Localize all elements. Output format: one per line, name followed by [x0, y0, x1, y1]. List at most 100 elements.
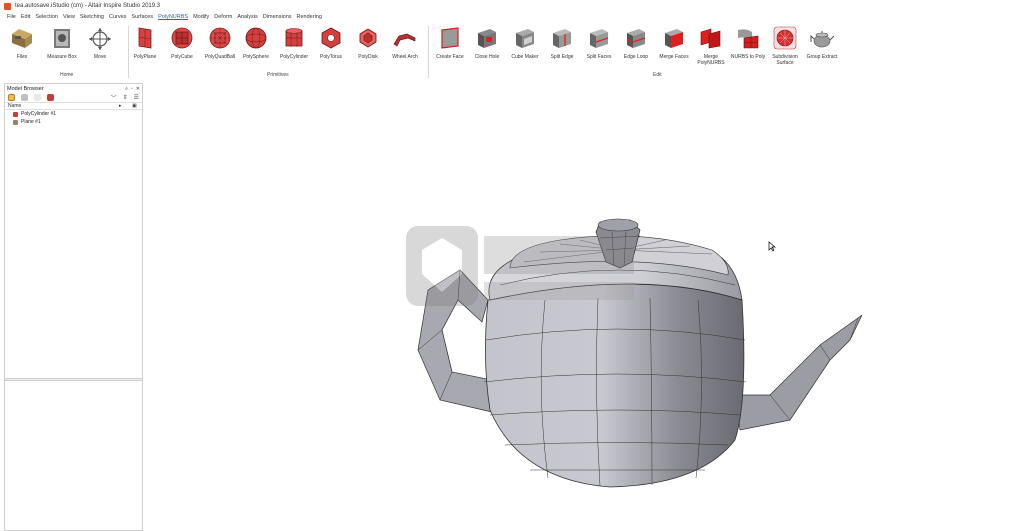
search-icon[interactable]: ⌕	[125, 86, 128, 92]
edge-loop-button[interactable]: Edge Loop	[617, 26, 655, 60]
menu-rendering[interactable]: Rendering	[297, 14, 322, 20]
polycube-button[interactable]: PolyCube	[163, 26, 201, 60]
filter-parts-icon[interactable]	[21, 94, 28, 101]
menu-selection[interactable]: Selection	[35, 14, 58, 20]
create-face-icon	[438, 26, 462, 50]
polytorus-button[interactable]: PolyTorus	[312, 26, 350, 60]
model-browser-panel: Model Browser ⌕ ▫ ✕ ﹀ ⇕ ☰ Name ▸ ▣ PolyC…	[4, 83, 143, 531]
merge-faces-label: Merge Faces	[659, 54, 689, 60]
close-hole-label: Close Hole	[474, 54, 500, 60]
menu-analysis[interactable]: Analysis	[237, 14, 257, 20]
create-face-button[interactable]: Create Face	[431, 26, 469, 60]
cube-maker-button[interactable]: Cube Maker	[506, 26, 544, 60]
merge-polynurbs-label: Merge PolyNURBS	[697, 54, 725, 66]
menu-polynurbs[interactable]: PolyNURBS	[158, 14, 188, 20]
polyplane-icon	[133, 26, 157, 50]
filter-materials-icon[interactable]	[47, 94, 54, 101]
group-extract-icon	[810, 26, 834, 50]
3d-viewport[interactable]	[146, 83, 1030, 531]
group-extract-label: Group Extract	[806, 54, 838, 60]
model-browser-title: Model Browser	[7, 85, 44, 92]
menu-bar: File Edit Selection View Sketching Curve…	[0, 12, 1030, 22]
watermark-logo	[406, 226, 634, 306]
nurbs-to-poly-icon	[736, 26, 760, 50]
close-icon[interactable]: ✕	[136, 86, 140, 92]
pin-icon[interactable]: ▫	[131, 86, 133, 92]
files-icon	[10, 26, 34, 50]
split-edge-label: Split Edge	[550, 54, 574, 60]
title-bar: tea.autosave.iStudio (cm) - Altair Inspi…	[0, 0, 1030, 12]
polysphere-icon	[244, 26, 268, 50]
model-browser-header: Model Browser ⌕ ▫ ✕	[5, 84, 142, 93]
group-label-edit: Edit	[653, 72, 662, 78]
split-edge-icon	[550, 26, 574, 50]
polycylinder-button[interactable]: PolyCylinder	[275, 26, 313, 60]
lock-column-icon[interactable]: ▣	[132, 103, 137, 109]
polydisk-icon	[356, 26, 380, 50]
cube-maker-icon	[513, 26, 537, 50]
polycylinder-label: PolyCylinder	[279, 54, 309, 60]
polyplane-button[interactable]: PolyPlane	[126, 26, 164, 60]
menu-modify[interactable]: Modify	[193, 14, 209, 20]
polycube-label: PolyCube	[171, 54, 193, 60]
menu-icon[interactable]: ☰	[134, 94, 139, 101]
split-edge-button[interactable]: Split Edge	[543, 26, 581, 60]
move-button[interactable]: Move	[81, 26, 119, 60]
menu-dimensions[interactable]: Dimensions	[263, 14, 292, 20]
split-faces-label: Split Faces	[586, 54, 612, 60]
tree-item-polycylinder[interactable]: PolyCylinder #1	[5, 110, 142, 118]
polyquadball-label: PolyQuadBall	[204, 54, 236, 60]
merge-polynurbs-button[interactable]: Merge PolyNURBS	[692, 26, 730, 66]
panel-splitter[interactable]	[5, 378, 142, 381]
menu-view[interactable]: View	[63, 14, 75, 20]
menu-file[interactable]: File	[7, 14, 16, 20]
move-icon	[88, 26, 112, 50]
close-hole-button[interactable]: Close Hole	[468, 26, 506, 60]
measure-box-button[interactable]: Measure Box	[43, 26, 81, 60]
group-extract-button[interactable]: Group Extract	[803, 26, 841, 60]
merge-faces-button[interactable]: Merge Faces	[655, 26, 693, 60]
wheel-arch-button[interactable]: Wheel Arch	[386, 26, 424, 60]
filter-all-icon[interactable]	[8, 94, 15, 101]
ribbon-toolbar: Files Measure Box Move Home PolyPlane Po…	[0, 22, 1030, 82]
split-faces-button[interactable]: Split Faces	[580, 26, 618, 60]
tree-item-plane[interactable]: Plane #1	[5, 118, 142, 126]
model-browser-columns: Name ▸ ▣	[5, 102, 142, 110]
group-label-home: Home	[60, 72, 74, 78]
files-label: Files	[16, 54, 28, 60]
subdivision-surface-button[interactable]: Subdivision Surface	[766, 26, 804, 66]
subdivision-surface-label: Subdivision Surface	[772, 54, 798, 66]
polyquadball-button[interactable]: PolyQuadBall	[201, 26, 239, 60]
visibility-column-icon[interactable]: ▸	[119, 103, 122, 109]
merge-faces-icon	[662, 26, 686, 50]
subdivision-surface-icon	[773, 26, 797, 50]
polynurbs-part-icon	[13, 111, 18, 117]
polysphere-button[interactable]: PolySphere	[237, 26, 275, 60]
polysphere-label: PolySphere	[243, 54, 269, 60]
polydisk-label: PolyDisk	[358, 54, 378, 60]
nurbs-to-poly-label: NURBS to Poly	[730, 54, 766, 60]
nurbs-to-poly-button[interactable]: NURBS to Poly	[729, 26, 767, 60]
column-name[interactable]: Name	[8, 103, 21, 109]
create-face-label: Create Face	[436, 54, 464, 60]
menu-sketching[interactable]: Sketching	[80, 14, 104, 20]
model-browser-toolbar: ﹀ ⇕ ☰	[5, 93, 142, 102]
plane-part-icon	[13, 119, 18, 125]
wheel-arch-label: Wheel Arch	[392, 54, 418, 60]
polytorus-label: PolyTorus	[320, 54, 342, 60]
sort-icon[interactable]: ⇕	[123, 94, 128, 101]
files-button[interactable]: Files	[3, 26, 41, 60]
polyplane-label: PolyPlane	[133, 54, 157, 60]
split-faces-icon	[587, 26, 611, 50]
menu-surfaces[interactable]: Surfaces	[131, 14, 153, 20]
measure-box-icon	[50, 26, 74, 50]
cube-maker-label: Cube Maker	[511, 54, 539, 60]
app-logo-icon	[4, 2, 11, 10]
menu-curves[interactable]: Curves	[109, 14, 126, 20]
filter-lights-icon[interactable]	[34, 94, 41, 101]
polycylinder-icon	[282, 26, 306, 50]
menu-edit[interactable]: Edit	[21, 14, 30, 20]
polydisk-button[interactable]: PolyDisk	[349, 26, 387, 60]
chevron-down-icon[interactable]: ﹀	[111, 93, 117, 102]
menu-deform[interactable]: Deform	[214, 14, 232, 20]
